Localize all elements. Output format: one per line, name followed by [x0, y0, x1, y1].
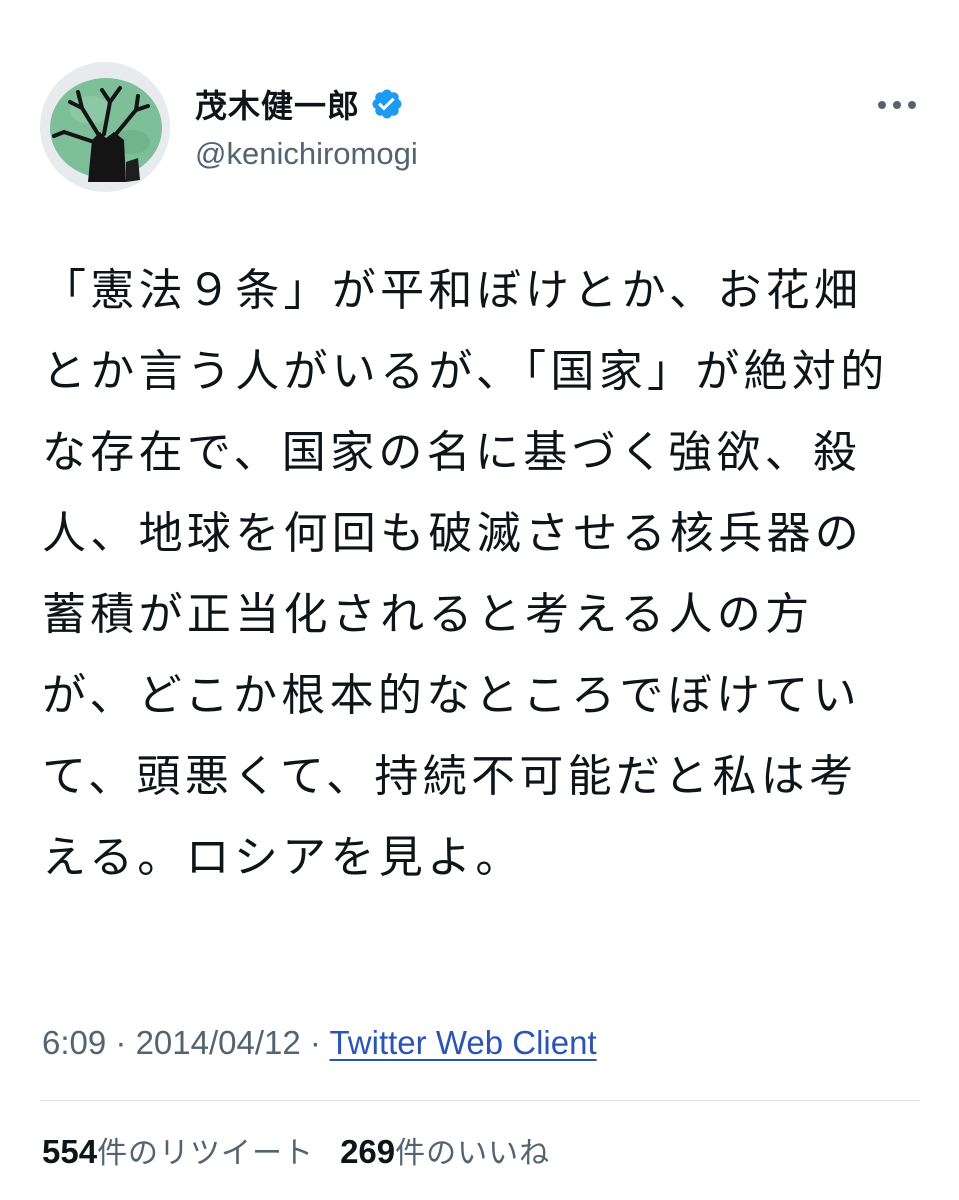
- meta-separator: ·: [106, 1024, 136, 1061]
- tweet-text: 「憲法９条」が平和ぼけとか、お花畑とか言う人がいるが、「国家」が絶対的な存在で、…: [42, 265, 889, 883]
- author-info: 茂木健一郎 @kenichiromogi: [195, 82, 418, 172]
- tweet-time[interactable]: 6:09: [42, 1024, 106, 1061]
- likes-label: 件のいいね: [395, 1136, 551, 1171]
- verified-badge-icon: [370, 87, 404, 121]
- tweet-date[interactable]: 2014/04/12: [136, 1024, 301, 1061]
- user-handle[interactable]: @kenichiromogi: [195, 136, 418, 172]
- more-horizontal-icon: [878, 101, 916, 109]
- engagement-stats: 554 件のリツイート 269 件のいいね: [42, 1128, 550, 1172]
- display-name-row: 茂木健一郎: [195, 82, 418, 126]
- meta-separator: ·: [300, 1024, 330, 1061]
- display-name[interactable]: 茂木健一郎: [195, 81, 360, 127]
- retweets-label: 件のリツイート: [97, 1136, 315, 1171]
- more-options-button[interactable]: [872, 88, 922, 122]
- avatar-tree-drawing-icon: [40, 62, 170, 192]
- divider: [40, 1100, 920, 1101]
- likes-stat[interactable]: 269 件のいいね: [340, 1128, 550, 1172]
- retweets-stat[interactable]: 554 件のリツイート: [42, 1128, 314, 1172]
- tweet-metadata: 6:09 · 2014/04/12 · Twitter Web Client: [42, 1024, 597, 1062]
- likes-count: 269: [340, 1133, 396, 1170]
- tweet: 茂木健一郎 @kenichiromogi 「憲法９条」が平和ぼけとか、お花畑とか…: [0, 0, 959, 1200]
- retweets-count: 554: [42, 1133, 98, 1170]
- avatar[interactable]: [40, 62, 170, 192]
- source-link[interactable]: Twitter Web Client: [329, 1024, 596, 1061]
